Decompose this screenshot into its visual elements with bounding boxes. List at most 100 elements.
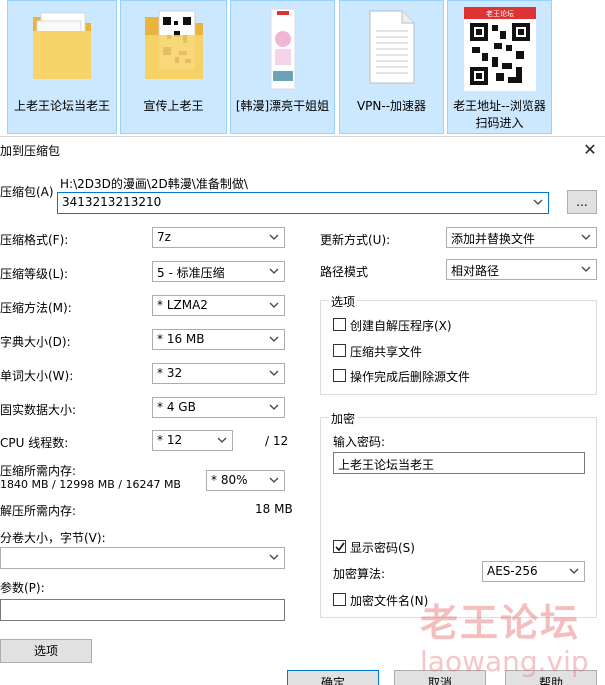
options-button[interactable]: 选项 [0,639,92,663]
encryption-group-title: 加密 [329,410,358,427]
path-mode-value: 相对路径 [451,264,500,278]
split-label: 分卷大小，字节(V): [0,531,106,545]
browse-button[interactable]: ... [567,190,597,214]
word-value: * 32 [157,366,183,380]
mem-comp-value: 1840 MB / 12998 MB / 16247 MB [0,478,181,491]
chevron-down-icon [268,474,280,486]
enc-method-select[interactable]: AES-256 [482,561,585,582]
ok-button[interactable]: 确定 [287,670,379,685]
format-value: 7z [157,230,171,244]
file-item-qr-image[interactable]: 老王论坛 老王地址--浏览器扫码进入 [447,0,552,134]
chevron-down-icon [532,196,544,208]
file-name: 宣传上老王 [143,99,204,113]
chevron-down-icon [268,551,280,563]
file-item-folder-1[interactable]: 上老王论坛当老王 [7,0,117,134]
file-name: [韩漫]漂亮干姐姐 [235,99,330,113]
cpu-total: / 12 [265,434,289,448]
file-name: 上老王论坛当老王 [13,99,110,113]
file-item-document[interactable]: VPN--加速器 [339,0,444,134]
checkbox-checked-icon [333,540,346,553]
checkbox-icon [333,344,346,357]
params-input[interactable] [0,599,285,621]
qr-code-icon: 老王论坛 [460,7,540,94]
watermark-url-text: laowang.vip [420,645,589,678]
dict-select[interactable]: * 16 MB [152,329,285,350]
path-mode-select[interactable]: 相对路径 [446,259,597,280]
word-select[interactable]: * 32 [152,363,285,384]
mem-percent-value: * 80% [211,473,248,487]
create-sfx-label: 创建自解压程序(X) [350,319,452,333]
chevron-down-icon [268,265,280,277]
watermark-logo-text: 老王论坛 [420,601,581,645]
level-select[interactable]: 5 - 标准压缩 [152,261,285,282]
enc-method-value: AES-256 [487,564,538,578]
password-label: 输入密码: [333,435,386,449]
archive-name-combo[interactable]: 3413213213210 [57,192,549,214]
mem-comp-label: 压缩所需内存: [0,464,77,478]
chevron-down-icon [568,565,580,577]
checkbox-icon [333,369,346,382]
cpu-value: * 12 [157,433,183,447]
password-value: 上老王论坛当老王 [338,458,435,472]
mem-decomp-label: 解压所需内存: [0,504,77,518]
show-password-checkbox[interactable]: 显示密码(S) [333,539,533,555]
folder-icon [27,7,97,90]
solid-value: * 4 GB [157,400,196,414]
mem-percent-select[interactable]: * 80% [206,470,285,491]
dialog-titlebar: 加到压缩包 ✕ [0,137,605,163]
dialog-title: 加到压缩包 [0,144,61,158]
pdf-thumbnail-icon [263,7,303,96]
path-mode-label: 路径模式 [320,265,369,279]
cpu-label: CPU 线程数: [0,436,69,450]
solid-label: 固实数据大小: [0,403,77,417]
checkbox-icon [333,593,346,606]
dict-label: 字典大小(D): [0,335,71,349]
password-input[interactable]: 上老王论坛当老王 [333,452,585,474]
level-value: 5 - 标准压缩 [157,266,225,280]
chevron-down-icon [580,263,592,275]
mem-decomp-value: 18 MB [255,502,293,516]
method-select[interactable]: * LZMA2 [152,295,285,316]
format-label: 压缩格式(F): [0,233,69,247]
cpu-select[interactable]: * 12 [152,430,233,451]
file-name: VPN--加速器 [356,99,427,113]
chevron-down-icon [580,231,592,243]
chevron-down-icon [268,367,280,379]
compress-shared-label: 压缩共享文件 [350,345,423,359]
update-select[interactable]: 添加并替换文件 [446,227,597,248]
archive-path: H:\2D3D的漫画\2D韩漫\准备制做\ [60,177,248,191]
folder-with-qr-icon [139,7,209,90]
chevron-down-icon [268,299,280,311]
chevron-down-icon [268,231,280,243]
file-name: 老王地址--浏览器扫码进入 [453,99,546,130]
split-combo[interactable] [0,547,285,569]
explorer-file-strip: 上老王论坛当老王 宣传上老王 [韩漫]漂亮干姐姐 VPN--加速器 老王论坛 老… [0,0,605,136]
create-sfx-checkbox[interactable]: 创建自解压程序(X) [333,317,533,333]
close-icon[interactable]: ✕ [578,138,602,162]
checkbox-icon [333,318,346,331]
file-item-folder-2[interactable]: 宣传上老王 [120,0,227,134]
delete-after-checkbox[interactable]: 操作完成后删除源文件 [333,368,533,384]
show-password-label: 显示密码(S) [350,541,415,555]
delete-after-label: 操作完成后删除源文件 [350,370,471,384]
solid-select[interactable]: * 4 GB [152,397,285,418]
document-icon [366,7,418,90]
format-select[interactable]: 7z [152,227,285,248]
chevron-down-icon [216,434,228,446]
method-label: 压缩方法(M): [0,301,72,315]
chevron-down-icon [268,333,280,345]
compress-shared-checkbox[interactable]: 压缩共享文件 [333,343,533,359]
chevron-down-icon [268,401,280,413]
update-label: 更新方式(U): [320,233,391,247]
params-label: 参数(P): [0,581,45,595]
archive-name-value: 3413213213210 [62,195,162,209]
options-group-title: 选项 [329,293,358,310]
file-item-pdf[interactable]: [韩漫]漂亮干姐姐 [230,0,335,134]
method-value: * LZMA2 [157,298,208,312]
enc-method-label: 加密算法: [333,567,386,581]
qr-thumb-label: 老王论坛 [486,9,514,18]
level-label: 压缩等级(L): [0,267,69,281]
encrypt-names-label: 加密文件名(N) [350,594,429,608]
update-value: 添加并替换文件 [451,232,536,246]
archive-label: 压缩包(A) [0,185,54,199]
